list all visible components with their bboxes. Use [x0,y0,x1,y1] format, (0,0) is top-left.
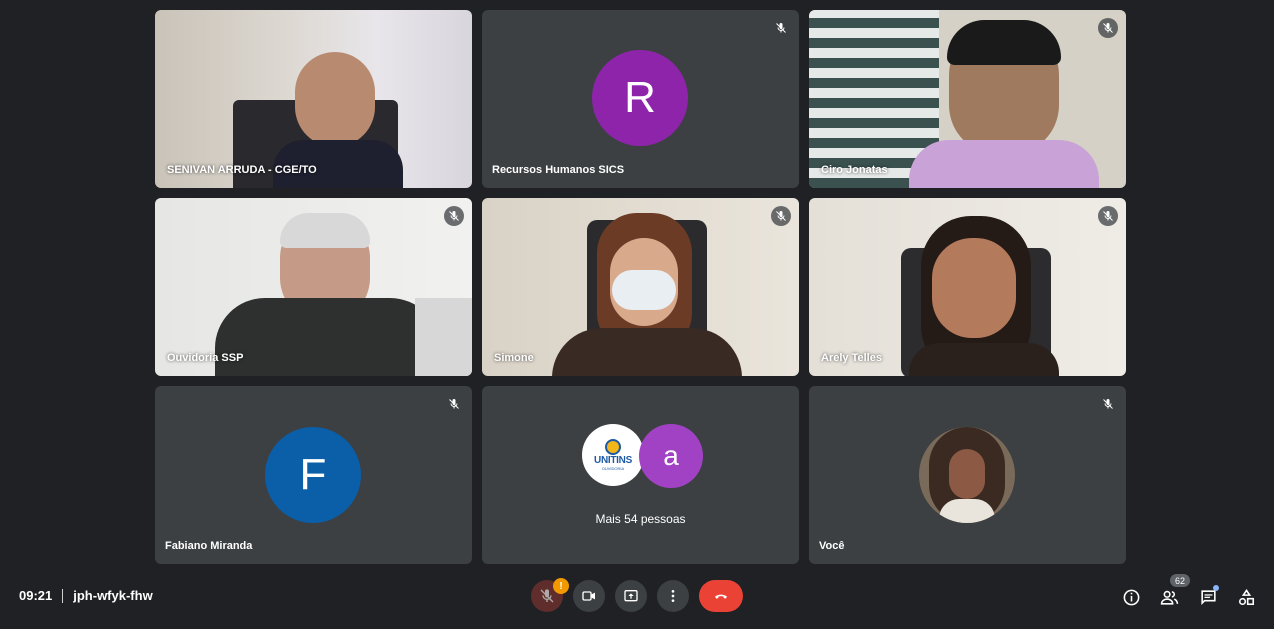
chat-notification-dot [1213,585,1219,591]
mic-off-icon [444,206,464,226]
more-participants-tile[interactable]: UNITINS OUVIDORIA a Mais 54 pessoas [482,386,799,564]
participant-name: Simone [494,352,534,364]
meeting-code: jph-wfyk-fhw [73,588,153,603]
avatar: a [639,424,703,488]
mic-off-icon [540,589,554,603]
logo-text: UNITINS [594,455,632,466]
participant-name: Fabiano Miranda [165,540,253,552]
participants-button[interactable] [1158,586,1180,608]
present-icon [624,590,638,602]
info-icon [1123,589,1139,605]
activities-button[interactable] [1235,586,1257,608]
participant-tile-ciro[interactable]: Ciro Jonatas [809,10,1126,188]
avatar [919,427,1015,523]
meeting-time: 09:21 [19,588,53,603]
participant-tile-self[interactable]: Você [809,386,1126,564]
mic-off-icon [1098,394,1118,414]
more-options-button[interactable] [657,580,689,612]
avatar: F [265,427,361,523]
participant-tile-simone[interactable]: Simone [482,198,799,376]
unitins-logo: UNITINS OUVIDORIA [582,424,644,486]
participant-tile-ouvidoria-ssp[interactable]: Ouvidoria SSP [155,198,472,376]
participants-count-badge: 62 [1170,574,1190,587]
participant-video [482,198,799,376]
mic-warning-badge[interactable]: ! [553,578,569,594]
meeting-details-button[interactable] [1120,586,1142,608]
participant-tile-fabiano[interactable]: F Fabiano Miranda [155,386,472,564]
participant-video [809,198,1126,376]
participant-video [809,10,1126,188]
participant-name: Ouvidoria SSP [167,352,244,364]
activities-icon [1238,588,1254,605]
mic-off-icon [771,18,791,38]
meeting-info: 09:21 jph-wfyk-fhw [19,588,153,603]
participant-tile-senivan[interactable]: SENIVAN ARRUDA - CGE/TO [155,10,472,188]
present-screen-button[interactable] [615,580,647,612]
people-icon [1160,590,1178,605]
mic-off-icon [771,206,791,226]
camera-icon [582,591,595,601]
mic-off-icon [1098,18,1118,38]
participant-name: Arely Telles [821,352,882,364]
logo-subtext: OUVIDORIA [601,466,625,471]
participant-name: Você [819,540,845,552]
end-call-icon [715,594,727,599]
camera-toggle-button[interactable] [573,580,605,612]
more-options-icon [671,590,675,602]
end-call-button[interactable] [699,580,743,612]
divider [62,588,64,603]
participant-video [155,198,472,376]
mic-off-icon [1098,206,1118,226]
avatar: R [592,50,688,146]
participant-video [155,10,472,188]
participant-name: SENIVAN ARRUDA - CGE/TO [167,164,317,176]
participant-name: Ciro Jonatas [821,164,888,176]
mic-off-icon [444,394,464,414]
more-people-label: Mais 54 pessoas [595,512,686,526]
participant-name: Recursos Humanos SICS [492,164,625,176]
participant-tile-recursos-humanos[interactable]: R Recursos Humanos SICS [482,10,799,188]
participant-tile-arely[interactable]: Arely Telles [809,198,1126,376]
